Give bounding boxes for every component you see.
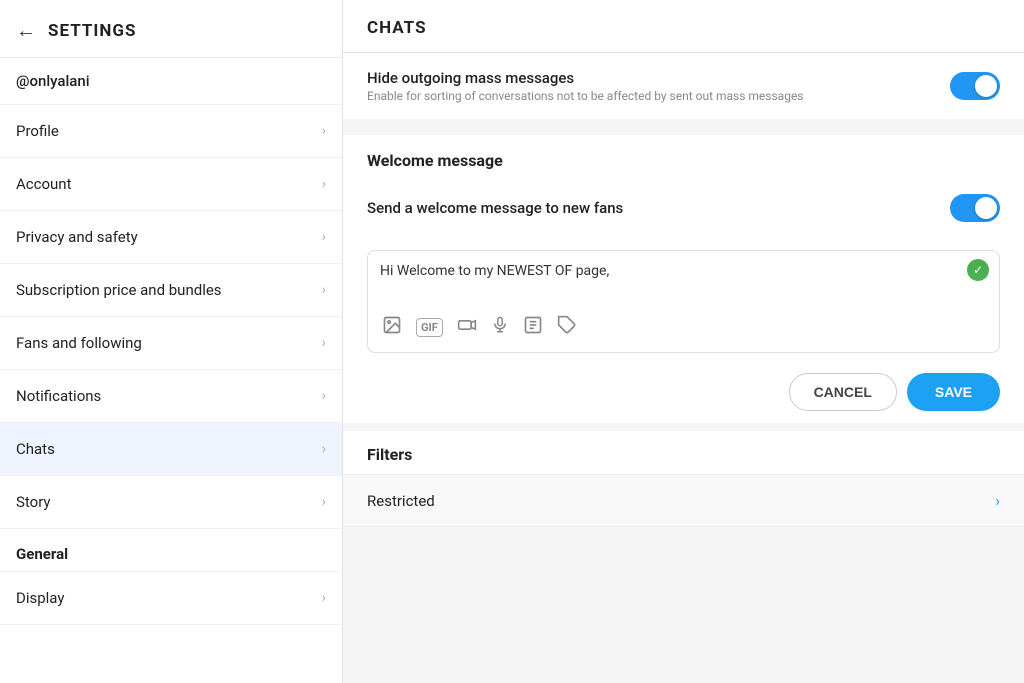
filter-restricted-row[interactable]: Restricted › (343, 475, 1024, 527)
sidebar-item-story[interactable]: Story › (0, 476, 342, 529)
chevron-icon-fans: › (322, 335, 326, 351)
hide-outgoing-desc: Enable for sorting of conversations not … (367, 89, 950, 103)
section-divider-1 (343, 127, 1024, 135)
toggle-slider-welcome (950, 194, 1000, 222)
welcome-message-section: Welcome message Send a welcome message t… (343, 135, 1024, 423)
hide-outgoing-toggle[interactable] (950, 72, 1000, 100)
toggle-slider-hide-outgoing (950, 72, 1000, 100)
sidebar-item-label-fans: Fans and following (16, 334, 142, 352)
sidebar-item-display[interactable]: Display › (0, 572, 342, 625)
chevron-icon-notifications: › (322, 388, 326, 404)
send-welcome-toggle[interactable] (950, 194, 1000, 222)
compose-actions: CANCEL SAVE (343, 361, 1024, 423)
sidebar-item-fans[interactable]: Fans and following › (0, 317, 342, 370)
sidebar-item-account[interactable]: Account › (0, 158, 342, 211)
image-icon[interactable] (382, 315, 402, 340)
filter-restricted-label: Restricted (367, 492, 435, 510)
sidebar-item-label-privacy: Privacy and safety (16, 228, 138, 246)
filters-title: Filters (367, 445, 412, 464)
sidebar-item-label-story: Story (16, 493, 51, 511)
sidebar-item-subscription[interactable]: Subscription price and bundles › (0, 264, 342, 317)
sidebar-item-notifications[interactable]: Notifications › (0, 370, 342, 423)
sidebar-item-label-profile: Profile (16, 122, 59, 140)
compose-check-icon: ✓ (967, 259, 989, 281)
chevron-icon-subscription: › (322, 282, 326, 298)
welcome-message-header-row: Welcome message (343, 135, 1024, 178)
chevron-icon-story: › (322, 494, 326, 510)
save-button[interactable]: SAVE (907, 373, 1000, 411)
hide-outgoing-row: Hide outgoing mass messages Enable for s… (343, 53, 1024, 119)
sidebar-section-general: General (0, 529, 342, 572)
sidebar-username: @onlyalani (0, 58, 342, 105)
main-title: CHATS (367, 18, 427, 38)
mic-icon[interactable] (491, 315, 509, 340)
chevron-icon-account: › (322, 176, 326, 192)
sidebar-item-label-notifications: Notifications (16, 387, 101, 405)
sidebar-item-privacy[interactable]: Privacy and safety › (0, 211, 342, 264)
send-welcome-row: Send a welcome message to new fans (343, 178, 1024, 238)
gif-icon[interactable]: GIF (416, 318, 443, 337)
video-icon[interactable] (457, 315, 477, 340)
poll-icon[interactable] (523, 315, 543, 340)
hide-outgoing-section: Hide outgoing mass messages Enable for s… (343, 53, 1024, 119)
sidebar-item-chats[interactable]: Chats › (0, 423, 342, 476)
chevron-icon-chats: › (322, 441, 326, 457)
filters-section: Filters Restricted › (343, 431, 1024, 527)
compose-box: Hi Welcome to my NEWEST OF page, ✓ GIF (367, 250, 1000, 353)
sidebar-title: SETTINGS (48, 21, 136, 41)
hide-outgoing-label: Hide outgoing mass messages (367, 69, 950, 87)
chevron-icon-privacy: › (322, 229, 326, 245)
tag-icon[interactable] (557, 315, 577, 340)
compose-area: Hi Welcome to my NEWEST OF page, ✓ GIF (343, 238, 1024, 361)
sidebar-header: ← SETTINGS (0, 0, 342, 58)
compose-toolbar: GIF (380, 307, 987, 344)
main-content: CHATS Hide outgoing mass messages Enable… (343, 0, 1024, 683)
send-welcome-info: Send a welcome message to new fans (367, 199, 950, 217)
compose-input[interactable]: Hi Welcome to my NEWEST OF page, (380, 261, 987, 303)
welcome-message-title: Welcome message (367, 151, 503, 170)
sidebar-item-label-account: Account (16, 175, 72, 193)
cancel-button[interactable]: CANCEL (789, 373, 897, 411)
sidebar-item-label-display: Display (16, 589, 64, 607)
chevron-icon-display: › (322, 590, 326, 606)
hide-outgoing-info: Hide outgoing mass messages Enable for s… (367, 69, 950, 103)
send-welcome-label: Send a welcome message to new fans (367, 199, 950, 217)
main-header: CHATS (343, 0, 1024, 53)
back-button[interactable]: ← (16, 18, 36, 43)
chevron-icon-profile: › (322, 123, 326, 139)
sidebar-item-label-chats: Chats (16, 440, 55, 458)
sidebar-item-label-subscription: Subscription price and bundles (16, 281, 222, 299)
sidebar-item-profile[interactable]: Profile › (0, 105, 342, 158)
sidebar: ← SETTINGS @onlyalani Profile › Account … (0, 0, 343, 683)
filters-header: Filters (343, 431, 1024, 475)
filter-chevron-restricted: › (995, 491, 1000, 510)
